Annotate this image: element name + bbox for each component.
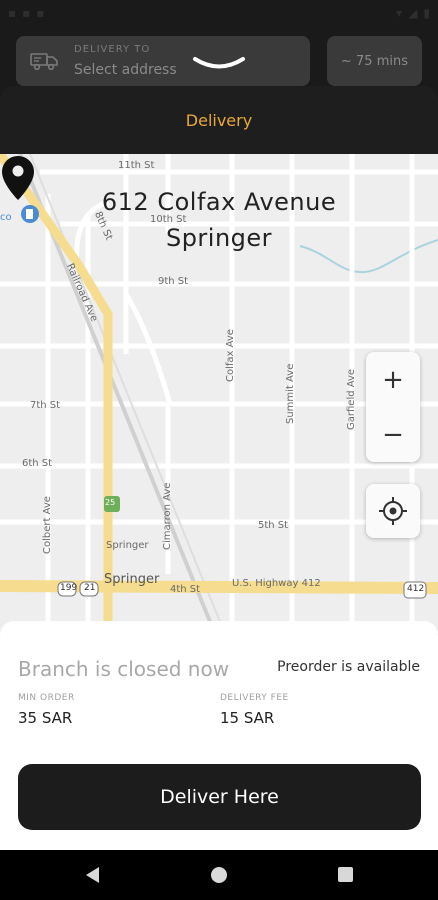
zoom-controls: + − [366, 352, 420, 462]
route-shield: 412 [407, 584, 425, 594]
wifi-icon: ▾ [396, 6, 403, 20]
status-bar: ▪ ▪ ▪ ▾ ◢ ▮ [0, 0, 438, 28]
delivery-sheet: Delivery 612 Colfax Avenue Springer 11th… [0, 86, 438, 850]
min-order-value: 35 SAR [18, 709, 73, 727]
top-bar: DELIVERY TO Select address ~ 75 mins [0, 28, 438, 88]
street-label: Garfield Ave [346, 368, 357, 430]
status-icons-left: ▪ ▪ ▪ [8, 6, 44, 20]
poi-label: co [0, 212, 12, 223]
street-label: 5th St [258, 520, 289, 531]
eta-text: ~ 75 mins [341, 53, 408, 69]
notification-icon: ▪ [22, 6, 31, 20]
highway-label: U.S. Highway 412 [232, 578, 321, 589]
status-icons-right: ▾ ◢ ▮ [396, 6, 430, 20]
selected-address: 612 Colfax Avenue Springer [0, 184, 438, 256]
route-shield: 25 [105, 498, 116, 507]
min-order-label: MIN ORDER [18, 693, 75, 703]
town-label: Springer [104, 572, 160, 587]
map-view[interactable]: 612 Colfax Avenue Springer 11th St 10th … [0, 154, 438, 634]
zoom-out-button[interactable]: − [366, 407, 420, 462]
system-nav-bar [0, 850, 438, 900]
delivery-truck-icon [30, 53, 58, 71]
route-shield: 199 [60, 583, 78, 593]
my-location-button[interactable] [366, 484, 420, 538]
zoom-in-button[interactable]: + [366, 352, 420, 407]
location-pin-icon [2, 156, 34, 200]
street-label: Cimarron Ave [162, 482, 173, 550]
recent-apps-icon[interactable] [338, 867, 353, 882]
street-label: 4th St [170, 584, 201, 595]
street-label: 7th St [30, 400, 61, 411]
crosshair-icon [379, 497, 407, 525]
delivery-fee-value: 15 SAR [220, 709, 275, 727]
preorder-status: Preorder is available [277, 659, 420, 675]
deliver-here-button[interactable]: Deliver Here [18, 764, 421, 830]
eta-badge: ~ 75 mins [327, 36, 422, 86]
street-label: Colbert Ave [42, 496, 53, 554]
delivery-to-label: DELIVERY TO [74, 44, 151, 55]
poi-label: Springer [106, 540, 149, 551]
street-label: 11th St [118, 160, 155, 171]
notification-icon: ▪ [8, 6, 17, 20]
street-label: 10th St [150, 214, 187, 225]
signal-icon: ◢ [408, 6, 418, 20]
address-line-1: 612 Colfax Avenue [101, 188, 337, 216]
address-value: Select address [74, 62, 177, 78]
street-label: 9th St [158, 276, 189, 287]
street-label: Summit Ave [285, 363, 296, 424]
branch-info-panel: Branch is closed now Preorder is availab… [0, 621, 438, 850]
tab-delivery[interactable]: Delivery [186, 111, 252, 130]
sheet-header: Delivery [0, 86, 438, 154]
chevron-down-icon[interactable] [192, 56, 246, 72]
back-icon[interactable] [84, 866, 102, 884]
address-selector[interactable]: DELIVERY TO Select address [16, 36, 310, 86]
notification-icon: ▪ [36, 6, 45, 20]
street-label: Colfax Ave [225, 329, 236, 382]
address-line-2: Springer [165, 224, 273, 252]
home-icon[interactable] [211, 867, 227, 883]
branch-status: Branch is closed now [18, 657, 230, 681]
route-shield: 21 [84, 583, 96, 593]
battery-icon: ▮ [423, 6, 430, 20]
delivery-fee-label: DELIVERY FEE [220, 693, 289, 703]
street-label: 6th St [22, 458, 53, 469]
